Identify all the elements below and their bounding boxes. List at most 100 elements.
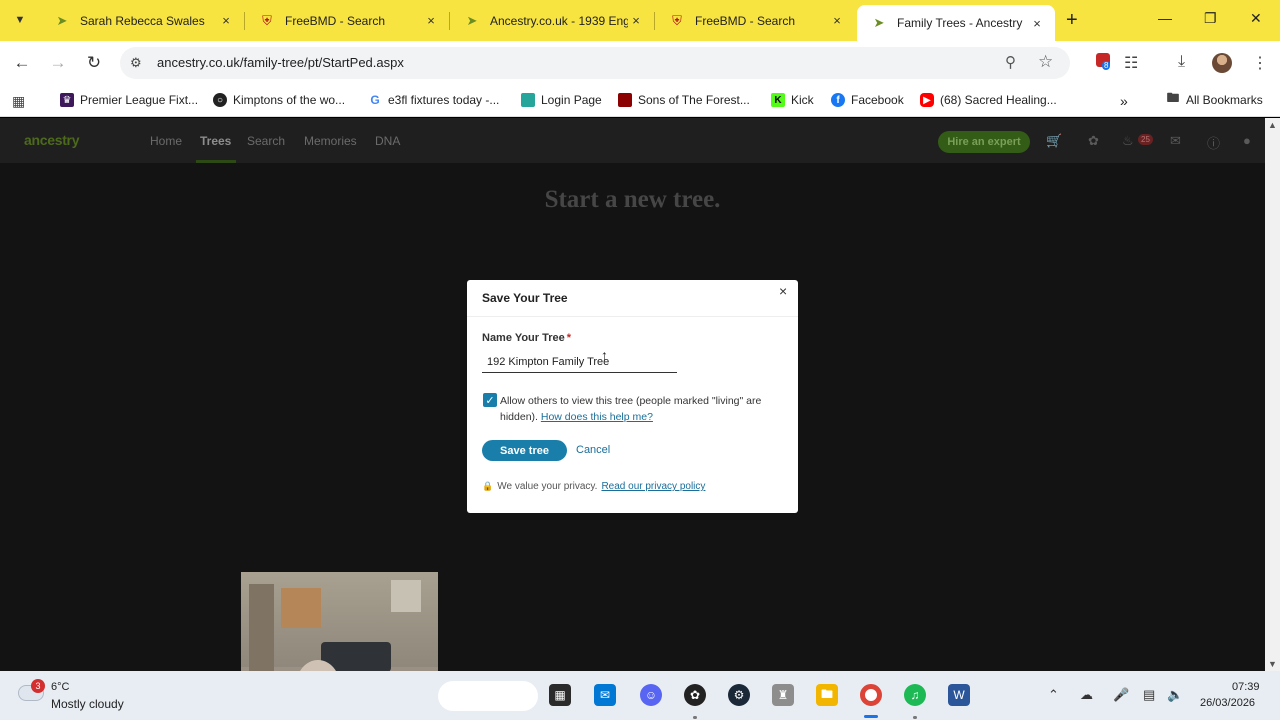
share-tree-checkbox[interactable]: ✓ bbox=[483, 393, 497, 407]
clock-time[interactable]: 07:39 bbox=[1232, 681, 1260, 693]
profile-avatar[interactable] bbox=[1212, 53, 1232, 73]
bookmarks-bar: ▦ ♛ Premier League Fixt... ○ Kimptons of… bbox=[0, 85, 1280, 117]
hire-expert-button[interactable]: Hire an expert bbox=[938, 131, 1030, 153]
bookmark-star-icon[interactable]: ☆ bbox=[1038, 52, 1053, 72]
ancestry-leaf-icon: ➤ bbox=[56, 12, 68, 28]
help-link[interactable]: How does this help me? bbox=[541, 411, 653, 423]
nav-memories[interactable]: Memories bbox=[304, 134, 357, 148]
close-tab-icon[interactable]: × bbox=[423, 13, 439, 28]
hint-leaf-icon[interactable]: ✿ bbox=[1088, 133, 1099, 149]
close-tab-icon[interactable]: × bbox=[829, 13, 845, 28]
nav-home[interactable]: Home bbox=[150, 134, 182, 148]
game-launcher-icon[interactable]: ♜ bbox=[772, 684, 794, 706]
scroll-down-icon[interactable]: ▼ bbox=[1268, 659, 1277, 669]
scroll-up-icon[interactable]: ▲ bbox=[1268, 120, 1277, 130]
clock-date[interactable]: 26/03/2026 bbox=[1200, 697, 1255, 709]
new-tab-button[interactable]: + bbox=[1066, 10, 1078, 30]
account-avatar-icon[interactable]: ● bbox=[1243, 133, 1251, 148]
kick-icon: K bbox=[771, 93, 785, 107]
bookmark-e3fl[interactable]: G e3fl fixtures today -... bbox=[368, 93, 499, 107]
tab-3[interactable]: ➤ Ancestry.co.uk - 1939 Eng × bbox=[450, 5, 654, 36]
close-tab-icon[interactable]: × bbox=[628, 13, 644, 28]
bookmark-premier-league[interactable]: ♛ Premier League Fixt... bbox=[60, 93, 198, 107]
tab-search-button[interactable]: ▼ bbox=[8, 8, 32, 32]
window-close-icon[interactable]: ✕ bbox=[1250, 10, 1262, 27]
bookmark-label: Premier League Fixt... bbox=[80, 93, 199, 107]
webcam-noticeboard bbox=[281, 588, 321, 628]
tab-4[interactable]: ⛨ FreeBMD - Search × bbox=[655, 5, 855, 36]
download-icon[interactable]: ⤓ bbox=[1178, 53, 1185, 71]
volume-icon[interactable]: 🔈 bbox=[1167, 687, 1183, 703]
privacy-notice: 🔒 We value your privacy. Read our privac… bbox=[482, 481, 705, 492]
file-explorer-icon[interactable]: 🖿 bbox=[816, 684, 838, 706]
outlook-icon[interactable]: ✉ bbox=[594, 684, 616, 706]
bookmark-kimptons[interactable]: ○ Kimptons of the wo... bbox=[213, 93, 345, 107]
bookmark-sons-forest[interactable]: Sons of The Forest... bbox=[618, 93, 750, 107]
cart-icon[interactable]: 🛒 bbox=[1046, 133, 1062, 149]
running-indicator bbox=[693, 716, 697, 719]
bookmark-login-page[interactable]: Login Page bbox=[521, 93, 602, 107]
chatgpt-icon[interactable]: ✿ bbox=[684, 684, 706, 706]
page-scrollbar[interactable]: ▲ ▼ bbox=[1265, 118, 1280, 671]
reload-icon[interactable]: ↻ bbox=[84, 53, 104, 73]
save-tree-button[interactable]: Save tree bbox=[482, 440, 567, 461]
bookmark-kick[interactable]: K Kick bbox=[771, 93, 814, 107]
bookmark-label: Kick bbox=[791, 93, 814, 107]
bookmark-label: Facebook bbox=[851, 93, 904, 107]
more-bookmarks-chevron-icon[interactable]: » bbox=[1120, 93, 1128, 109]
address-bar[interactable]: ⚙ ancestry.co.uk/family-tree/pt/StartPed… bbox=[120, 47, 1070, 79]
close-tab-icon[interactable]: × bbox=[1029, 16, 1045, 31]
close-tab-icon[interactable]: × bbox=[218, 13, 234, 28]
chrome-active-indicator bbox=[864, 715, 878, 718]
menu-kebab-icon[interactable]: ⋮ bbox=[1252, 53, 1268, 73]
tab-5-active[interactable]: ➤ Family Trees - Ancestry × bbox=[857, 5, 1055, 41]
chrome-icon[interactable] bbox=[860, 684, 882, 706]
site-info-icon[interactable]: ⚙ bbox=[130, 55, 142, 71]
message-icon[interactable]: ✉ bbox=[1170, 133, 1181, 149]
spotify-icon[interactable]: ♫ bbox=[904, 684, 926, 706]
lock-icon: 🔒 bbox=[482, 481, 494, 491]
steam-icon[interactable]: ⚙ bbox=[728, 684, 750, 706]
discord-icon[interactable]: ☺ bbox=[640, 684, 662, 706]
close-icon[interactable]: × bbox=[779, 283, 787, 299]
taskbar-search-box[interactable] bbox=[438, 681, 538, 711]
bookmark-label: Kimptons of the wo... bbox=[233, 93, 346, 107]
login-page-icon bbox=[521, 93, 535, 107]
bookmark-label: e3fl fixtures today -... bbox=[388, 93, 500, 107]
nav-active-indicator bbox=[196, 160, 236, 163]
tab-1[interactable]: ➤ Sarah Rebecca Swales × bbox=[40, 5, 244, 36]
bookmark-facebook[interactable]: f Facebook bbox=[831, 93, 904, 107]
bell-icon[interactable]: ♨ bbox=[1122, 133, 1134, 149]
url-text[interactable]: ancestry.co.uk/family-tree/pt/StartPed.a… bbox=[157, 55, 404, 70]
word-icon[interactable]: W bbox=[948, 684, 970, 706]
bookmark-youtube[interactable]: ▶ (68) Sacred Healing... bbox=[920, 93, 1057, 107]
task-view-icon[interactable]: ▦ bbox=[549, 684, 571, 706]
page-title: Start a new tree. bbox=[544, 186, 721, 213]
minimize-icon[interactable]: — bbox=[1158, 10, 1172, 26]
help-icon[interactable]: ⓘ bbox=[1207, 133, 1220, 152]
weather-temperature[interactable]: 6°C bbox=[51, 681, 69, 693]
text-cursor-icon: ↑ bbox=[601, 347, 608, 363]
extension-shield-icon[interactable]: 8 bbox=[1096, 53, 1111, 70]
restore-icon[interactable]: ❐ bbox=[1204, 10, 1217, 27]
nav-trees[interactable]: Trees bbox=[200, 134, 231, 148]
zoom-icon[interactable]: ⚲ bbox=[1005, 53, 1016, 71]
tab-2[interactable]: ⛨ FreeBMD - Search × bbox=[245, 5, 449, 36]
tray-overflow-chevron-icon[interactable]: ⌃ bbox=[1048, 687, 1059, 703]
ancestry-logo[interactable]: ancestry bbox=[24, 132, 80, 148]
nav-search[interactable]: Search bbox=[247, 134, 285, 148]
nav-dna[interactable]: DNA bbox=[375, 134, 400, 148]
cancel-link[interactable]: Cancel bbox=[576, 444, 610, 456]
extensions-puzzle-icon[interactable]: ☷ bbox=[1124, 53, 1138, 73]
all-bookmarks-folder[interactable]: 🖿 All Bookmarks bbox=[1166, 90, 1262, 107]
microphone-icon[interactable]: 🎤 bbox=[1113, 687, 1129, 703]
google-icon: G bbox=[368, 93, 382, 107]
privacy-policy-link[interactable]: Read our privacy policy bbox=[601, 481, 705, 492]
tree-name-input[interactable] bbox=[482, 351, 677, 373]
onedrive-cloud-icon[interactable]: ☁ bbox=[1080, 687, 1093, 703]
back-arrow-icon[interactable]: ← bbox=[12, 53, 32, 73]
weather-condition[interactable]: Mostly cloudy bbox=[51, 697, 124, 711]
network-icon[interactable]: ▤ bbox=[1143, 687, 1155, 703]
forward-arrow-icon[interactable]: → bbox=[48, 53, 68, 73]
apps-grid-icon[interactable]: ▦ bbox=[12, 93, 25, 110]
